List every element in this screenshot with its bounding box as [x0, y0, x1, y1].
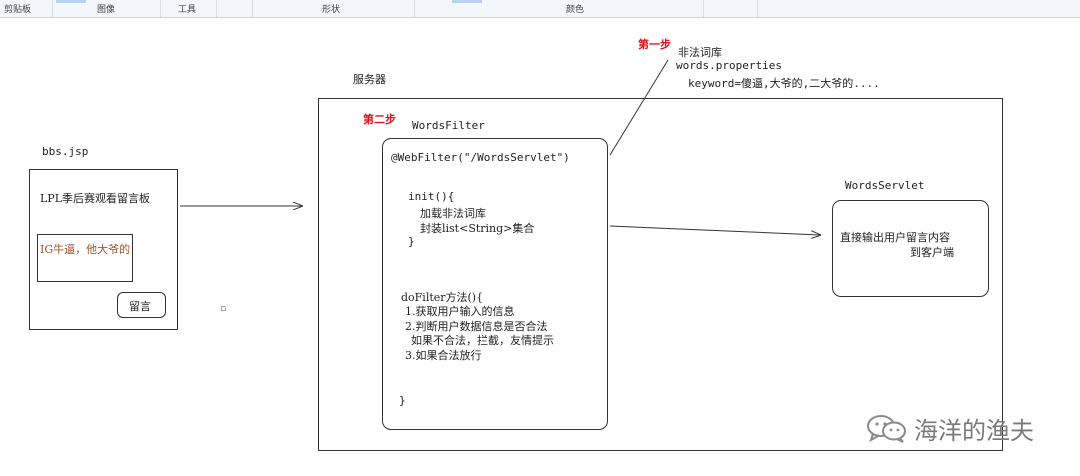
wechat-icon	[867, 415, 906, 443]
watermark-text: 海洋的渔夫	[914, 417, 1034, 445]
filter-dofilter-close: }	[399, 394, 406, 407]
servlet-line2: 到客户端	[910, 246, 954, 259]
filter-dofilter-line4: 3.如果合法放行	[405, 349, 482, 362]
filter-init-line2: 封装list<String>集合	[420, 222, 535, 235]
bbs-file-label: bbs.jsp	[42, 145, 89, 158]
words-filter-box	[382, 138, 608, 430]
comment-input-text: IG牛逼，他大爷的	[40, 243, 131, 256]
servlet-title: WordsServlet	[845, 179, 925, 192]
filter-init-open: init(){	[408, 190, 455, 203]
dictionary-file: words.properties	[676, 59, 782, 72]
stray-mark: ▫	[220, 304, 227, 314]
filter-dofilter-line1: 1.获取用户输入的信息	[405, 305, 515, 318]
filter-init-line1: 加载非法词库	[420, 207, 486, 220]
step2-label: 第二步	[363, 113, 396, 126]
filter-init-close: }	[408, 235, 415, 248]
servlet-line1: 直接输出用户留言内容	[840, 231, 950, 244]
step1-label: 第一步	[638, 38, 671, 51]
dictionary-keyword: keyword=傻逼,大爷的,二大爷的....	[688, 77, 880, 90]
dictionary-title: 非法词库	[678, 46, 722, 59]
server-label: 服务器	[353, 73, 386, 86]
submit-comment-label: 留言	[129, 300, 151, 313]
bbs-board-title: LPL季后赛观看留言板	[40, 192, 151, 205]
filter-annotation: @WebFilter("/WordsServlet")	[391, 151, 570, 164]
filter-title: WordsFilter	[412, 119, 485, 132]
filter-dofilter-line3: 如果不合法，拦截，友情提示	[411, 334, 554, 347]
